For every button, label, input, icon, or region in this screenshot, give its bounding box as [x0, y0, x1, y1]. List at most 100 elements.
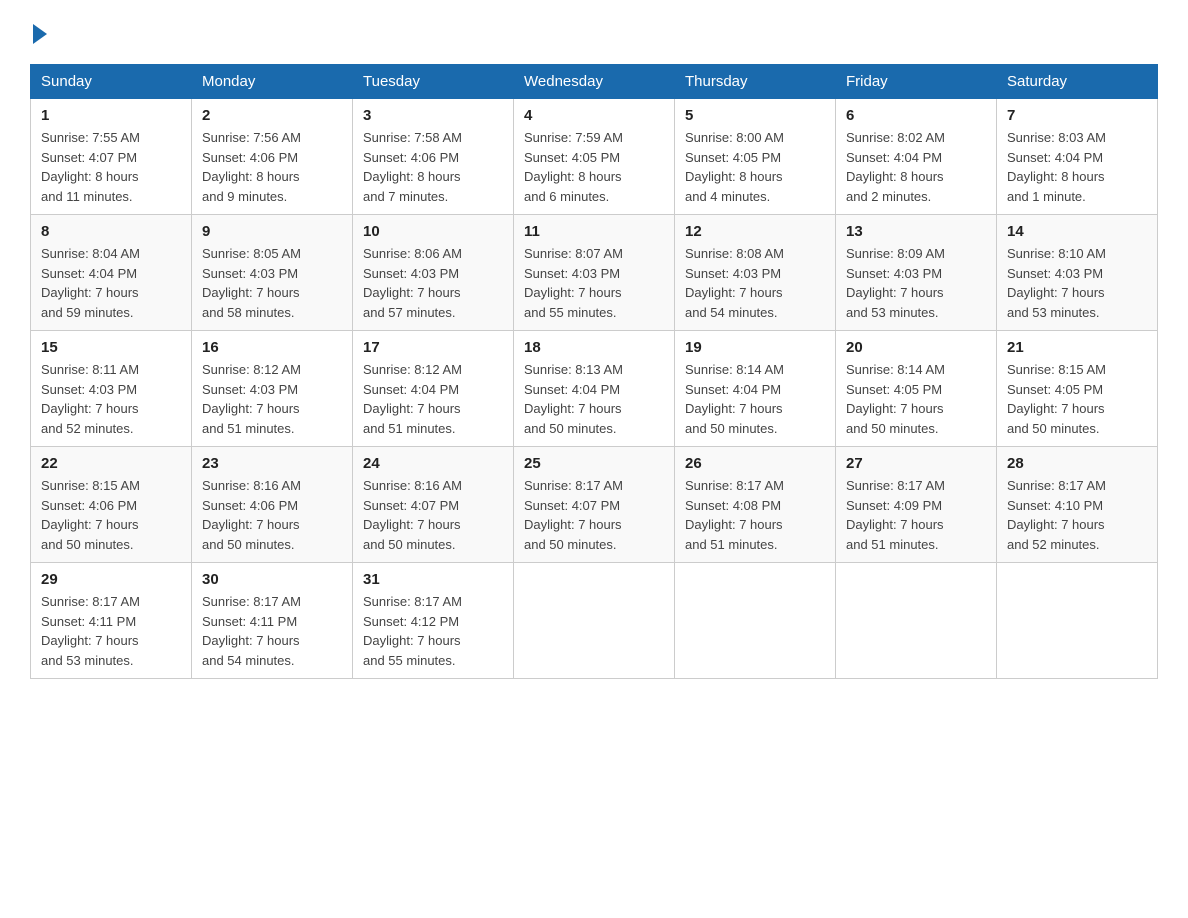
day-number: 20: [846, 339, 986, 356]
day-cell-2: 2 Sunrise: 7:56 AMSunset: 4:06 PMDayligh…: [192, 99, 353, 215]
day-cell-15: 15 Sunrise: 8:11 AMSunset: 4:03 PMDaylig…: [31, 331, 192, 447]
day-cell-7: 7 Sunrise: 8:03 AMSunset: 4:04 PMDayligh…: [997, 99, 1158, 215]
day-info: Sunrise: 8:03 AMSunset: 4:04 PMDaylight:…: [1007, 130, 1106, 204]
day-info: Sunrise: 8:06 AMSunset: 4:03 PMDaylight:…: [363, 246, 462, 320]
day-info: Sunrise: 8:17 AMSunset: 4:11 PMDaylight:…: [202, 594, 301, 668]
day-cell-10: 10 Sunrise: 8:06 AMSunset: 4:03 PMDaylig…: [353, 215, 514, 331]
day-info: Sunrise: 8:17 AMSunset: 4:09 PMDaylight:…: [846, 478, 945, 552]
empty-cell: [675, 563, 836, 679]
day-cell-30: 30 Sunrise: 8:17 AMSunset: 4:11 PMDaylig…: [192, 563, 353, 679]
empty-cell: [997, 563, 1158, 679]
day-number: 6: [846, 107, 986, 124]
week-row-1: 1 Sunrise: 7:55 AMSunset: 4:07 PMDayligh…: [31, 99, 1158, 215]
day-info: Sunrise: 8:02 AMSunset: 4:04 PMDaylight:…: [846, 130, 945, 204]
day-info: Sunrise: 8:17 AMSunset: 4:12 PMDaylight:…: [363, 594, 462, 668]
day-cell-1: 1 Sunrise: 7:55 AMSunset: 4:07 PMDayligh…: [31, 99, 192, 215]
day-info: Sunrise: 8:14 AMSunset: 4:05 PMDaylight:…: [846, 362, 945, 436]
day-info: Sunrise: 8:16 AMSunset: 4:06 PMDaylight:…: [202, 478, 301, 552]
day-number: 16: [202, 339, 342, 356]
day-cell-11: 11 Sunrise: 8:07 AMSunset: 4:03 PMDaylig…: [514, 215, 675, 331]
day-cell-8: 8 Sunrise: 8:04 AMSunset: 4:04 PMDayligh…: [31, 215, 192, 331]
day-number: 30: [202, 571, 342, 588]
day-info: Sunrise: 8:17 AMSunset: 4:10 PMDaylight:…: [1007, 478, 1106, 552]
day-number: 18: [524, 339, 664, 356]
day-cell-31: 31 Sunrise: 8:17 AMSunset: 4:12 PMDaylig…: [353, 563, 514, 679]
day-info: Sunrise: 8:16 AMSunset: 4:07 PMDaylight:…: [363, 478, 462, 552]
day-info: Sunrise: 8:17 AMSunset: 4:08 PMDaylight:…: [685, 478, 784, 552]
day-cell-12: 12 Sunrise: 8:08 AMSunset: 4:03 PMDaylig…: [675, 215, 836, 331]
page-header: [30, 20, 1158, 44]
day-number: 10: [363, 223, 503, 240]
day-info: Sunrise: 7:58 AMSunset: 4:06 PMDaylight:…: [363, 130, 462, 204]
week-row-2: 8 Sunrise: 8:04 AMSunset: 4:04 PMDayligh…: [31, 215, 1158, 331]
day-cell-14: 14 Sunrise: 8:10 AMSunset: 4:03 PMDaylig…: [997, 215, 1158, 331]
day-number: 26: [685, 455, 825, 472]
day-cell-22: 22 Sunrise: 8:15 AMSunset: 4:06 PMDaylig…: [31, 447, 192, 563]
day-number: 13: [846, 223, 986, 240]
day-number: 7: [1007, 107, 1147, 124]
day-number: 25: [524, 455, 664, 472]
day-number: 27: [846, 455, 986, 472]
empty-cell: [514, 563, 675, 679]
day-number: 1: [41, 107, 181, 124]
day-info: Sunrise: 8:12 AMSunset: 4:03 PMDaylight:…: [202, 362, 301, 436]
day-cell-6: 6 Sunrise: 8:02 AMSunset: 4:04 PMDayligh…: [836, 99, 997, 215]
day-number: 15: [41, 339, 181, 356]
day-cell-3: 3 Sunrise: 7:58 AMSunset: 4:06 PMDayligh…: [353, 99, 514, 215]
day-cell-25: 25 Sunrise: 8:17 AMSunset: 4:07 PMDaylig…: [514, 447, 675, 563]
day-cell-5: 5 Sunrise: 8:00 AMSunset: 4:05 PMDayligh…: [675, 99, 836, 215]
day-info: Sunrise: 8:14 AMSunset: 4:04 PMDaylight:…: [685, 362, 784, 436]
day-number: 4: [524, 107, 664, 124]
day-number: 22: [41, 455, 181, 472]
day-info: Sunrise: 7:55 AMSunset: 4:07 PMDaylight:…: [41, 130, 140, 204]
day-number: 31: [363, 571, 503, 588]
day-number: 28: [1007, 455, 1147, 472]
day-cell-9: 9 Sunrise: 8:05 AMSunset: 4:03 PMDayligh…: [192, 215, 353, 331]
day-number: 17: [363, 339, 503, 356]
day-number: 21: [1007, 339, 1147, 356]
day-cell-17: 17 Sunrise: 8:12 AMSunset: 4:04 PMDaylig…: [353, 331, 514, 447]
day-number: 8: [41, 223, 181, 240]
day-info: Sunrise: 8:00 AMSunset: 4:05 PMDaylight:…: [685, 130, 784, 204]
col-header-friday: Friday: [836, 65, 997, 99]
day-cell-26: 26 Sunrise: 8:17 AMSunset: 4:08 PMDaylig…: [675, 447, 836, 563]
day-info: Sunrise: 8:07 AMSunset: 4:03 PMDaylight:…: [524, 246, 623, 320]
day-number: 12: [685, 223, 825, 240]
day-number: 14: [1007, 223, 1147, 240]
day-info: Sunrise: 8:15 AMSunset: 4:05 PMDaylight:…: [1007, 362, 1106, 436]
day-cell-23: 23 Sunrise: 8:16 AMSunset: 4:06 PMDaylig…: [192, 447, 353, 563]
day-info: Sunrise: 7:59 AMSunset: 4:05 PMDaylight:…: [524, 130, 623, 204]
col-header-saturday: Saturday: [997, 65, 1158, 99]
day-number: 29: [41, 571, 181, 588]
day-number: 9: [202, 223, 342, 240]
logo-arrow-icon: [33, 24, 47, 44]
day-number: 5: [685, 107, 825, 124]
col-header-monday: Monday: [192, 65, 353, 99]
day-info: Sunrise: 8:10 AMSunset: 4:03 PMDaylight:…: [1007, 246, 1106, 320]
col-header-sunday: Sunday: [31, 65, 192, 99]
day-info: Sunrise: 8:15 AMSunset: 4:06 PMDaylight:…: [41, 478, 140, 552]
day-cell-4: 4 Sunrise: 7:59 AMSunset: 4:05 PMDayligh…: [514, 99, 675, 215]
day-cell-13: 13 Sunrise: 8:09 AMSunset: 4:03 PMDaylig…: [836, 215, 997, 331]
day-info: Sunrise: 8:08 AMSunset: 4:03 PMDaylight:…: [685, 246, 784, 320]
day-info: Sunrise: 8:17 AMSunset: 4:07 PMDaylight:…: [524, 478, 623, 552]
week-row-5: 29 Sunrise: 8:17 AMSunset: 4:11 PMDaylig…: [31, 563, 1158, 679]
logo: [30, 20, 72, 44]
day-cell-24: 24 Sunrise: 8:16 AMSunset: 4:07 PMDaylig…: [353, 447, 514, 563]
day-number: 24: [363, 455, 503, 472]
day-info: Sunrise: 8:04 AMSunset: 4:04 PMDaylight:…: [41, 246, 140, 320]
calendar-table: SundayMondayTuesdayWednesdayThursdayFrid…: [30, 64, 1158, 679]
day-info: Sunrise: 8:09 AMSunset: 4:03 PMDaylight:…: [846, 246, 945, 320]
day-number: 23: [202, 455, 342, 472]
day-number: 2: [202, 107, 342, 124]
day-cell-18: 18 Sunrise: 8:13 AMSunset: 4:04 PMDaylig…: [514, 331, 675, 447]
day-number: 11: [524, 223, 664, 240]
week-row-3: 15 Sunrise: 8:11 AMSunset: 4:03 PMDaylig…: [31, 331, 1158, 447]
day-info: Sunrise: 7:56 AMSunset: 4:06 PMDaylight:…: [202, 130, 301, 204]
day-cell-19: 19 Sunrise: 8:14 AMSunset: 4:04 PMDaylig…: [675, 331, 836, 447]
day-cell-27: 27 Sunrise: 8:17 AMSunset: 4:09 PMDaylig…: [836, 447, 997, 563]
day-info: Sunrise: 8:05 AMSunset: 4:03 PMDaylight:…: [202, 246, 301, 320]
day-info: Sunrise: 8:13 AMSunset: 4:04 PMDaylight:…: [524, 362, 623, 436]
day-cell-20: 20 Sunrise: 8:14 AMSunset: 4:05 PMDaylig…: [836, 331, 997, 447]
day-number: 19: [685, 339, 825, 356]
